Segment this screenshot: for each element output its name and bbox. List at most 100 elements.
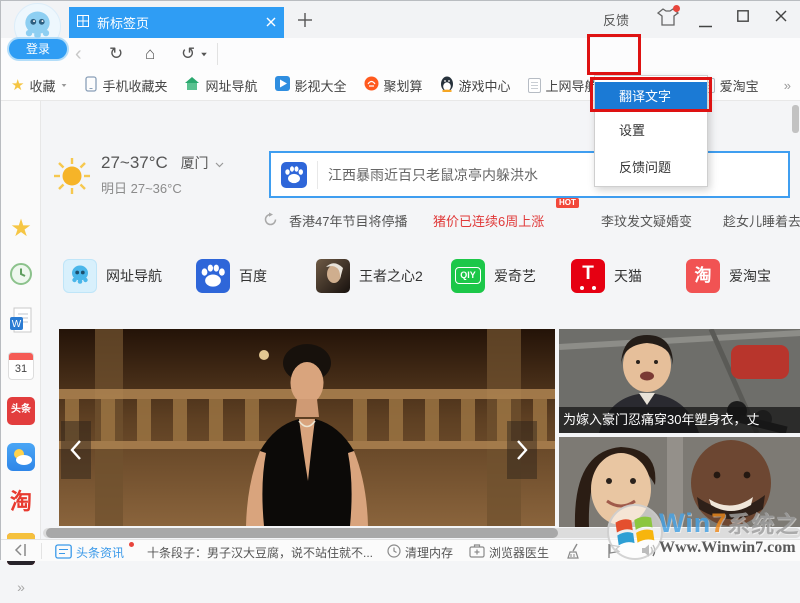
ticker-item-hot[interactable]: 猪价已连续6周上涨 xyxy=(433,211,544,230)
game-shortcut-icon xyxy=(316,259,350,293)
browser-doctor-button[interactable]: 浏览器医生 xyxy=(489,544,549,561)
tmall-shortcut-icon: T xyxy=(571,259,605,293)
menu-item-translate-text[interactable]: 翻译文字 xyxy=(595,82,707,112)
shortcut-iqiyi[interactable]: QIY 爱奇艺 xyxy=(451,259,536,293)
shortcut-game[interactable]: 王者之心2 xyxy=(316,259,423,293)
ticker-refresh-icon[interactable] xyxy=(263,212,278,232)
news-caption[interactable]: 为嫁入豪门忍痛穿30年塑身衣，丈 xyxy=(559,407,800,433)
bookmark-aitaobao[interactable]: 爱淘宝 xyxy=(702,76,759,95)
shortcut-baidu[interactable]: 百度 xyxy=(196,259,267,293)
phone-icon xyxy=(85,76,97,95)
bookmark-mobile-favorites[interactable]: 手机收藏夹 xyxy=(85,76,167,95)
bookmarks-overflow-button[interactable]: » xyxy=(784,78,791,93)
rail-toutiao-icon[interactable]: 头条 xyxy=(7,397,35,425)
aitaobao-shortcut-icon: 淘 xyxy=(686,259,720,293)
rail-calendar-icon[interactable]: 31 xyxy=(8,352,34,380)
bookmark-label: 爱淘宝 xyxy=(720,76,759,95)
bookmark-juhuasuan[interactable]: 聚划算 xyxy=(364,76,423,95)
news-image-couple[interactable] xyxy=(559,437,800,527)
toutiao-feed-label[interactable]: 头条资讯 xyxy=(76,544,124,561)
ticker-item[interactable]: 趁女儿睡着去吃 xyxy=(723,211,800,230)
toutiao-notification-dot xyxy=(129,542,134,547)
undo-dropdown-icon[interactable] xyxy=(201,53,207,57)
rail-history-clock-icon[interactable] xyxy=(9,262,33,286)
shortcut-tmall[interactable]: T 天猫 xyxy=(571,259,642,293)
rail-more-button[interactable]: » xyxy=(9,579,33,603)
bookmark-label: 手机收藏夹 xyxy=(102,76,167,95)
close-button[interactable] xyxy=(775,9,787,27)
baidu-paw-icon xyxy=(281,162,307,188)
bookmark-web-nav[interactable]: 上网导航 xyxy=(528,76,598,95)
shortcut-aitaobao[interactable]: 淘 爱淘宝 xyxy=(686,259,771,293)
undo-icon[interactable]: ↺ xyxy=(181,45,195,62)
collapse-sidebar-icon[interactable] xyxy=(13,543,29,560)
vertical-scrollbar-thumb[interactable] xyxy=(792,105,799,133)
flag-icon[interactable] xyxy=(607,543,621,562)
bookmark-label: 聚划算 xyxy=(384,76,423,95)
bookmark-favorites[interactable]: ★ 收藏 xyxy=(11,76,68,95)
toolbar-divider xyxy=(217,43,218,65)
baidu-shortcut-icon xyxy=(196,259,230,293)
rail-taobao-icon[interactable]: 淘 xyxy=(9,489,33,513)
chevron-down-icon xyxy=(62,84,67,87)
carousel-next-button[interactable] xyxy=(507,421,537,479)
clean-memory-button[interactable]: 清理内存 xyxy=(405,544,453,561)
refresh-icon[interactable]: ↻ xyxy=(109,45,123,62)
back-icon[interactable]: ‹ xyxy=(75,44,82,64)
minimize-button[interactable] xyxy=(699,15,712,33)
new-tab-button[interactable] xyxy=(297,12,319,34)
play-icon xyxy=(275,76,290,94)
status-divider xyxy=(41,543,42,559)
side-rail: ★ W 31 头条 淘 5折 » xyxy=(1,101,41,539)
doctor-kit-icon[interactable] xyxy=(469,543,485,561)
tab-new-page[interactable]: 新标签页 xyxy=(69,7,284,38)
maximize-button[interactable] xyxy=(737,9,749,27)
word-letter: W xyxy=(12,319,22,330)
menu-item-settings[interactable]: 设置 xyxy=(595,112,707,149)
horizontal-scrollbar-thumb[interactable] xyxy=(46,528,558,538)
carousel-prev-button[interactable] xyxy=(61,421,91,479)
tab-title: 新标签页 xyxy=(97,13,266,32)
status-bar: 头条资讯 十条段子：男子汉大豆腐，说不站住就不... 清理内存 浏览器医生 xyxy=(1,539,800,561)
rail-word-doc-icon[interactable]: W xyxy=(9,307,33,331)
shortcut-label: 王者之心2 xyxy=(359,259,423,293)
tab-close-icon[interactable] xyxy=(266,15,276,30)
city-dropdown-icon[interactable] xyxy=(215,162,224,168)
page-icon xyxy=(528,78,541,93)
shortcut-label: 网址导航 xyxy=(106,259,162,293)
carousel-main-image[interactable] xyxy=(59,329,555,526)
skin-notification-dot xyxy=(673,5,680,12)
iqiyi-letters: QIY xyxy=(455,267,481,284)
bookmark-site-nav[interactable]: 网址导航 xyxy=(184,76,257,95)
search-query[interactable]: 江西暴雨近百只老鼠凉亭内躲洪水 xyxy=(328,165,538,185)
weather-sun-icon xyxy=(53,157,91,200)
shortcut-nav[interactable]: 网址导航 xyxy=(63,259,162,293)
home-icon[interactable]: ⌂ xyxy=(145,45,155,62)
status-headline[interactable]: 十条段子：男子汉大豆腐，说不站住就不... xyxy=(147,544,373,561)
login-button[interactable]: 登录 xyxy=(9,39,67,59)
timer-clock-icon xyxy=(387,544,401,561)
feedback-link[interactable]: 反馈 xyxy=(603,10,629,29)
rail-weather-icon[interactable] xyxy=(7,443,35,471)
hot-badge: HOT xyxy=(556,198,579,208)
house-icon xyxy=(184,76,200,94)
tmall-letter: T xyxy=(582,263,594,284)
rail-favorites-star-icon[interactable]: ★ xyxy=(9,217,33,241)
translate-menu: 翻译文字 设置 反馈问题 xyxy=(594,75,708,187)
ticker-item[interactable]: 香港47年节目将停播 xyxy=(289,211,407,230)
broom-icon[interactable] xyxy=(567,543,583,562)
calendar-day: 31 xyxy=(9,360,33,378)
menu-item-feedback[interactable]: 反馈问题 xyxy=(595,149,707,186)
tmall-cat-eye xyxy=(592,286,596,290)
octopus-shortcut-icon xyxy=(63,259,97,293)
toolbar: ‹ ↻ ⌂ ↺ 输入网址或搜索 购 译 ✂ xyxy=(1,38,800,70)
toutiao-feed-icon[interactable] xyxy=(55,544,72,562)
search-box[interactable]: 江西暴雨近百只老鼠凉亭内躲洪水 xyxy=(269,151,790,198)
ticker-item[interactable]: 李玟发文疑婚变 xyxy=(601,211,692,230)
speaker-icon[interactable] xyxy=(641,543,657,561)
browser-window: { "titlebar": { "tab_title": "新标签页", "fe… xyxy=(0,0,800,560)
bookmark-label: 影视大全 xyxy=(295,76,347,95)
weather-city[interactable]: 厦门 xyxy=(181,155,209,171)
bookmark-movies[interactable]: 影视大全 xyxy=(275,76,347,95)
bookmark-game-center[interactable]: 游戏中心 xyxy=(440,76,511,95)
